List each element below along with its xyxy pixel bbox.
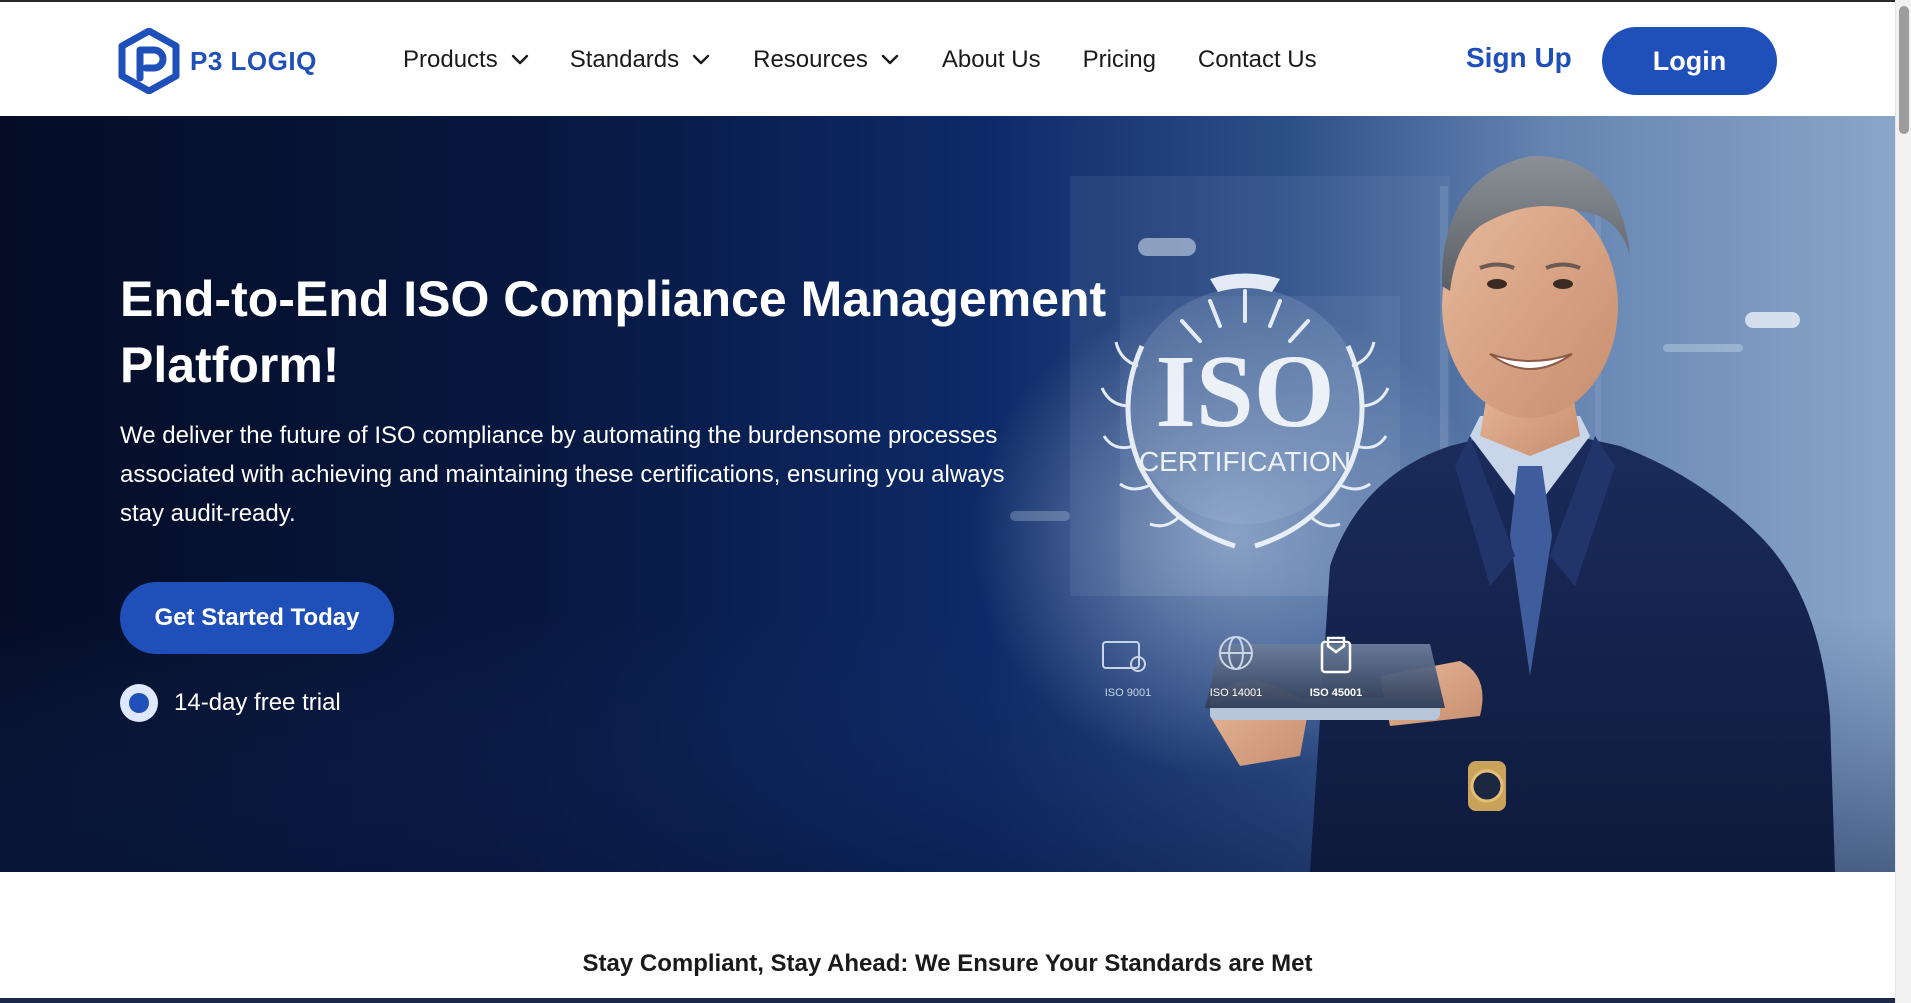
p3-hexagon-logo-icon — [118, 28, 180, 94]
sign-up-link[interactable]: Sign Up — [1466, 42, 1572, 74]
window-bottom-edge — [0, 998, 1895, 1003]
chevron-down-icon — [511, 54, 528, 65]
nav-standards[interactable]: Standards — [570, 46, 711, 74]
section-tagline: Stay Compliant, Stay Ahead: We Ensure Yo… — [582, 950, 1313, 977]
nav-products-label: Products — [403, 46, 498, 73]
businessman-iso-illustration: ISO CERTIFICATION ISO 9001 ISO 14001 ISO… — [1100, 155, 1835, 872]
hero-description: We deliver the future of ISO compliance … — [120, 422, 1005, 527]
brand-name: P3 LOGIQ — [190, 45, 317, 76]
free-trial-note: 14-day free trial — [120, 684, 341, 722]
nav-about-us-label: About Us — [941, 46, 1041, 73]
iso-badge-subtitle: CERTIFICATION — [1139, 446, 1351, 477]
nav-about-us[interactable]: About Us — [942, 46, 1041, 74]
main-nav: Products Standards Resources About Us Pr… — [403, 40, 1317, 80]
free-trial-label: 14-day free trial — [174, 689, 341, 716]
standard-label: ISO 9001 — [1105, 687, 1151, 699]
nav-standards-label: Standards — [569, 46, 680, 73]
radio-dot-icon — [120, 684, 158, 722]
nav-pricing-label: Pricing — [1082, 46, 1156, 73]
nav-resources[interactable]: Resources — [753, 46, 900, 74]
login-button[interactable]: Login — [1602, 27, 1777, 95]
nav-pricing[interactable]: Pricing — [1083, 46, 1156, 74]
standard-label: ISO 45001 — [1310, 687, 1363, 699]
scrollbar-thumb[interactable] — [1899, 6, 1909, 134]
nav-contact-us[interactable]: Contact Us — [1198, 46, 1317, 74]
nav-products[interactable]: Products — [403, 46, 530, 74]
iso-badge-title: ISO — [1155, 334, 1334, 449]
chevron-down-icon — [881, 54, 899, 65]
brand-logo[interactable]: P3 LOGIQ — [118, 28, 317, 94]
standard-label: ISO 14001 — [1210, 687, 1263, 699]
certificate-icon — [1102, 641, 1146, 672]
nav-contact-us-label: Contact Us — [1197, 46, 1317, 73]
iso-certification-badge: ISO CERTIFICATION — [1100, 273, 1390, 549]
hero-section: End-to-End ISO Compliance Management Pla… — [0, 116, 1895, 872]
site-header: P3 LOGIQ Products Standards Resources Ab… — [0, 2, 1895, 116]
nav-resources-label: Resources — [753, 46, 868, 73]
chevron-down-icon — [692, 54, 710, 65]
page-scrollbar[interactable] — [1895, 0, 1911, 1003]
get-started-button[interactable]: Get Started Today — [120, 582, 394, 654]
hero-title: End-to-End ISO Compliance Management Pla… — [120, 271, 1107, 393]
